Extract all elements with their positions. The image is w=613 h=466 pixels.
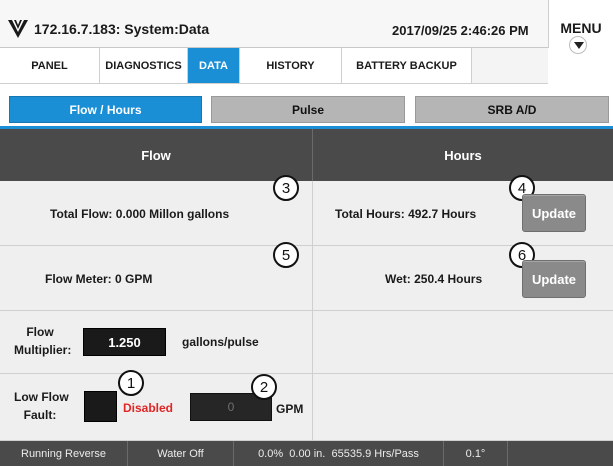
date-time: 2017/09/25 2:46:26 PM <box>392 23 529 38</box>
chevron-down-icon <box>569 36 587 54</box>
low-flow-fault-cell: Low Flow Fault: 1 Disabled 0 2 GPM <box>0 370 313 441</box>
low-flow-toggle[interactable] <box>84 391 117 422</box>
empty-cell-4 <box>313 374 613 441</box>
flow-section-header: Flow <box>0 129 313 181</box>
wet-hours-cell: Wet: 250.4 Hours 6 Update <box>313 242 613 311</box>
update-label: Update <box>531 271 577 287</box>
tab-history[interactable]: HISTORY <box>240 48 342 84</box>
low-flow-label-line2: Fault: <box>23 408 57 422</box>
status-bar: Running Reverse Water Off 0.0% 0.00 in. … <box>0 441 613 466</box>
flow-header-label: Flow <box>141 147 171 163</box>
status-depth: 0.00 in. <box>289 447 326 460</box>
status-position: 0.0% 0.00 in. 65535.9 Hrs/Pass <box>234 441 444 466</box>
status-water: Water Off <box>128 441 234 466</box>
tab-label: DIAGNOSTICS <box>105 59 182 72</box>
callout-2: 2 <box>251 374 277 400</box>
menu-button[interactable]: MENU <box>548 0 613 54</box>
tab-label: PANEL <box>31 59 68 72</box>
wet-hours-label: Wet: 250.4 Hours <box>385 272 483 286</box>
tab-label: HISTORY <box>266 59 315 72</box>
subtab-pulse[interactable]: Pulse <box>211 96 405 123</box>
total-flow-label: Total Flow: 0.000 Millon gallons <box>50 207 230 221</box>
tab-label: DATA <box>199 59 228 72</box>
sub-tabs: Flow / Hours Pulse SRB A/D <box>0 84 613 128</box>
status-percent: 0.0% <box>258 447 284 460</box>
total-hours-label: Total Hours: 492.7 Hours <box>335 207 477 221</box>
menu-label: MENU <box>560 20 602 36</box>
callout-5: 5 <box>273 242 299 268</box>
hours-header-label: Hours <box>444 147 482 163</box>
subtab-label: Flow / Hours <box>69 102 142 117</box>
tab-label: BATTERY BACKUP <box>356 59 457 72</box>
tab-battery-backup[interactable]: BATTERY BACKUP <box>342 48 472 84</box>
flow-multiplier-label-line1: Flow <box>26 325 54 339</box>
callout-3: 3 <box>273 175 299 201</box>
tab-data[interactable]: DATA <box>188 48 240 84</box>
nav-spacer <box>472 48 548 84</box>
status-direction: Running Reverse <box>0 441 128 466</box>
flow-meter-label: Flow Meter: 0 GPM <box>45 272 153 286</box>
page-title: 172.16.7.183: System:Data <box>34 21 210 37</box>
low-flow-label-line1: Low Flow <box>14 390 69 404</box>
subtab-label: SRB A/D <box>487 102 537 117</box>
low-flow-fault-label: Low Flow Fault: <box>14 388 69 424</box>
flow-multiplier-input[interactable]: 1.250 <box>83 328 166 356</box>
tab-panel[interactable]: PANEL <box>0 48 100 84</box>
total-hours-cell: Total Hours: 492.7 Hours 4 Update <box>313 175 613 246</box>
flow-multiplier-label-line2: Multiplier: <box>14 343 72 357</box>
valley-logo-icon <box>8 20 28 38</box>
subtab-srb-ad[interactable]: SRB A/D <box>415 96 609 123</box>
title-bar: 172.16.7.183: System:Data 2017/09/25 2:4… <box>0 0 613 54</box>
flow-multiplier-unit: gallons/pulse <box>182 335 259 349</box>
low-flow-unit: GPM <box>276 402 304 416</box>
flow-multiplier-label: Flow Multiplier: <box>14 323 72 359</box>
status-angle: 0.1° <box>444 441 508 466</box>
low-flow-status: Disabled <box>123 401 174 415</box>
subtab-label: Pulse <box>291 102 324 117</box>
main-nav: PANEL DIAGNOSTICS DATA HISTORY BATTERY B… <box>0 48 548 84</box>
empty-cell-3 <box>313 311 613 374</box>
tab-diagnostics[interactable]: DIAGNOSTICS <box>100 48 188 84</box>
update-label: Update <box>531 205 577 221</box>
flow-meter-cell: Flow Meter: 0 GPM 5 <box>0 242 313 311</box>
update-total-hours-button[interactable]: Update <box>522 194 586 232</box>
total-flow-cell: Total Flow: 0.000 Millon gallons 3 <box>0 175 313 246</box>
status-pass-rate: 65535.9 Hrs/Pass <box>331 447 419 460</box>
hours-section-header: Hours <box>313 129 613 181</box>
callout-1: 1 <box>118 370 144 396</box>
subtab-flow-hours[interactable]: Flow / Hours <box>9 96 202 123</box>
update-wet-hours-button[interactable]: Update <box>522 260 586 298</box>
flow-multiplier-cell: Flow Multiplier: 1.250 gallons/pulse <box>0 311 313 374</box>
